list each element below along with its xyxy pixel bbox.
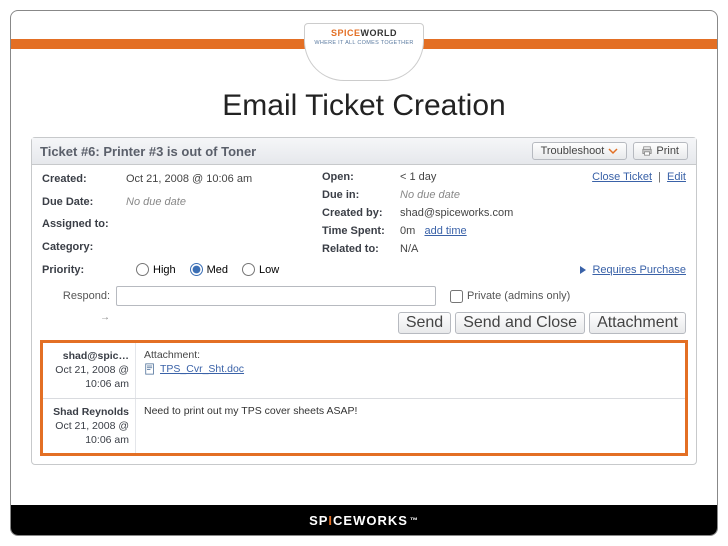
recipient-arrow-icon: → — [42, 312, 110, 334]
print-icon — [642, 146, 652, 156]
priority-label: Priority: — [42, 264, 122, 276]
respond-sub-row: → Send Send and Close Attachment — [32, 312, 696, 338]
action-separator: | — [658, 171, 661, 183]
send-and-close-button[interactable]: Send and Close — [455, 312, 585, 334]
message-row-attachment: shad@spic… Oct 21, 2008 @ 10:06 am Attac… — [43, 343, 685, 398]
related-label: Related to: — [322, 243, 400, 255]
slide-frame: SPICEWORLD WHERE IT ALL COMES TOGETHER E… — [10, 10, 718, 536]
due-date-value: No due date — [126, 196, 322, 208]
ticket-panel: Ticket #6: Printer #3 is out of Toner Tr… — [31, 137, 697, 465]
badge-tagline: WHERE IT ALL COMES TOGETHER — [314, 40, 413, 46]
attachment-label: Attachment: — [144, 349, 200, 361]
print-label: Print — [656, 145, 679, 157]
troubleshoot-button[interactable]: Troubleshoot — [532, 142, 628, 160]
priority-med-radio[interactable] — [190, 263, 203, 276]
ticket-actions: Close Ticket | Edit — [592, 171, 686, 255]
related-value: N/A — [400, 243, 582, 255]
priority-med-label: Med — [207, 264, 228, 276]
footer-bar: SPICEWORKS™ — [11, 505, 717, 535]
message-body: Attachment: TPS_Cvr_Sht.doc — [135, 343, 685, 398]
time-spent-label: Time Spent: — [322, 225, 400, 237]
triangle-icon — [580, 266, 586, 274]
priority-row: Priority: High Med Low Requires Purchase — [32, 259, 696, 282]
ticket-title: Ticket #6: Printer #3 is out of Toner — [40, 144, 526, 159]
priority-low-label: Low — [259, 264, 279, 276]
meta-right: Open: < 1 day Due in: No due date Create… — [322, 171, 582, 255]
message-meta: Shad Reynolds Oct 21, 2008 @ 10:06 am — [43, 399, 135, 454]
close-ticket-link[interactable]: Close Ticket — [592, 171, 652, 183]
created-value: Oct 21, 2008 @ 10:06 am — [126, 173, 322, 185]
attachment-filename: TPS_Cvr_Sht.doc — [160, 363, 244, 375]
due-in-label: Due in: — [322, 189, 400, 201]
ticket-header: Ticket #6: Printer #3 is out of Toner Tr… — [32, 138, 696, 165]
message-time: 10:06 am — [85, 434, 129, 446]
meta-left: Created: Oct 21, 2008 @ 10:06 am Due Dat… — [42, 171, 322, 255]
time-spent-wrap: 0m add time — [400, 225, 582, 237]
message-from: shad@spic… — [49, 349, 129, 363]
print-button[interactable]: Print — [633, 142, 688, 160]
send-button[interactable]: Send — [398, 312, 451, 334]
open-label: Open: — [322, 171, 400, 183]
message-date: Oct 21, 2008 @ — [55, 420, 129, 432]
priority-high[interactable]: High — [136, 263, 176, 276]
trademark-icon: ™ — [410, 516, 419, 525]
messages-highlight: shad@spic… Oct 21, 2008 @ 10:06 am Attac… — [40, 340, 688, 456]
private-checkbox-wrap[interactable]: Private (admins only) — [450, 290, 570, 303]
attachment-link[interactable]: TPS_Cvr_Sht.doc — [144, 363, 244, 375]
respond-row: Respond: Private (admins only) — [32, 282, 696, 312]
created-by-label: Created by: — [322, 207, 400, 219]
document-icon — [144, 363, 156, 375]
footer-brand-post: CEWORKS — [333, 513, 408, 528]
priority-high-label: High — [153, 264, 176, 276]
assigned-label: Assigned to: — [42, 218, 126, 230]
priority-med[interactable]: Med — [190, 263, 228, 276]
attachment-button[interactable]: Attachment — [589, 312, 686, 334]
private-label: Private (admins only) — [467, 290, 570, 302]
message-row-text: Shad Reynolds Oct 21, 2008 @ 10:06 am Ne… — [43, 398, 685, 454]
created-by-value: shad@spiceworks.com — [400, 207, 582, 219]
private-checkbox[interactable] — [450, 290, 463, 303]
ticket-meta: Created: Oct 21, 2008 @ 10:06 am Due Dat… — [32, 165, 696, 259]
priority-high-radio[interactable] — [136, 263, 149, 276]
requires-purchase-label: Requires Purchase — [592, 264, 686, 276]
created-label: Created: — [42, 173, 126, 185]
category-label: Category: — [42, 241, 126, 253]
edit-ticket-link[interactable]: Edit — [667, 171, 686, 183]
due-in-value: No due date — [400, 189, 582, 201]
due-date-label: Due Date: — [42, 196, 126, 208]
footer-brand-pre: SP — [309, 513, 328, 528]
respond-label: Respond: — [42, 290, 110, 302]
slide-title: Email Ticket Creation — [11, 89, 717, 123]
troubleshoot-label: Troubleshoot — [541, 145, 605, 157]
message-from: Shad Reynolds — [49, 405, 129, 419]
badge-brand-post: WORLD — [361, 28, 398, 38]
message-body: Need to print out my TPS cover sheets AS… — [135, 399, 685, 454]
priority-low-radio[interactable] — [242, 263, 255, 276]
message-time: 10:06 am — [85, 378, 129, 390]
respond-input[interactable] — [116, 286, 436, 306]
chevron-down-icon — [608, 146, 618, 156]
message-date: Oct 21, 2008 @ — [55, 364, 129, 376]
spiceworld-badge: SPICEWORLD WHERE IT ALL COMES TOGETHER — [304, 23, 424, 81]
open-value: < 1 day — [400, 171, 582, 183]
time-spent-value: 0m — [400, 225, 415, 237]
add-time-link[interactable]: add time — [424, 225, 466, 237]
requires-purchase[interactable]: Requires Purchase — [579, 264, 686, 276]
priority-low[interactable]: Low — [242, 263, 279, 276]
badge-brand-pre: SPICE — [331, 28, 361, 38]
message-meta: shad@spic… Oct 21, 2008 @ 10:06 am — [43, 343, 135, 398]
